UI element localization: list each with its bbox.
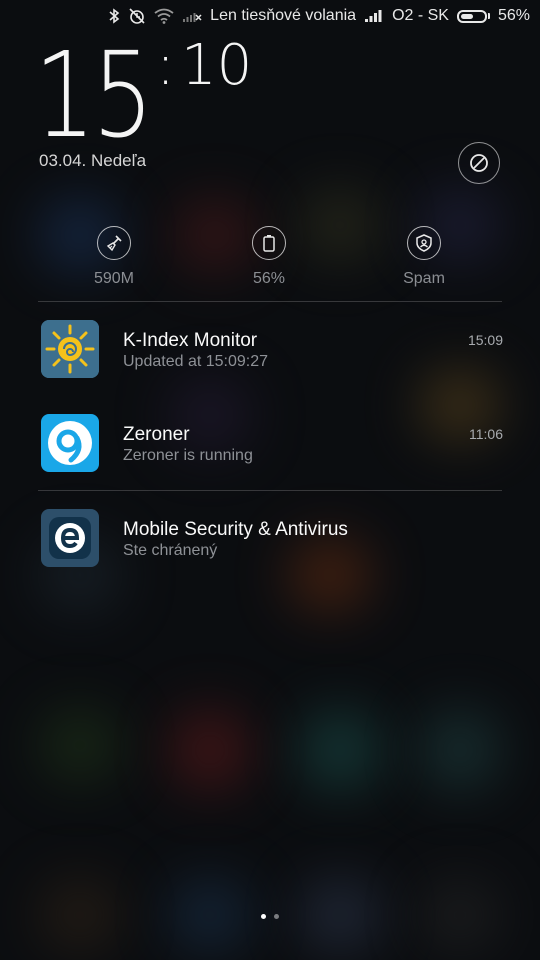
battery-icon bbox=[252, 226, 286, 260]
notification-time: 15:09 bbox=[467, 332, 503, 348]
carrier-notice: Len tiesňové volania bbox=[210, 7, 357, 24]
signal-icon bbox=[364, 7, 384, 25]
stat-spam[interactable]: Spam bbox=[364, 226, 484, 288]
stat-memory[interactable]: 590M bbox=[54, 226, 174, 288]
clear-notifications-button[interactable] bbox=[458, 142, 500, 184]
battery-icon bbox=[456, 9, 490, 23]
operator-name: O2 - SK bbox=[392, 7, 449, 24]
notification-title: K-Index Monitor bbox=[123, 330, 258, 351]
notification-title: Zeroner bbox=[123, 424, 190, 445]
clock-minutes: 10 bbox=[181, 33, 253, 98]
stat-battery[interactable]: 56% bbox=[209, 226, 329, 288]
page-dot[interactable] bbox=[274, 914, 279, 919]
notification-title: Mobile Security & Antivirus bbox=[123, 519, 348, 540]
stat-label: 56% bbox=[252, 270, 286, 287]
stat-label: Spam bbox=[403, 270, 445, 287]
stat-label: 590M bbox=[93, 270, 135, 287]
notification-kindex[interactable]: K-Index Monitor Updated at 15:09:27 15:0… bbox=[41, 320, 503, 380]
lockscreen-clock: 15 : 10 bbox=[34, 26, 252, 164]
sun-icon bbox=[41, 320, 99, 378]
divider bbox=[38, 301, 502, 302]
shield-icon bbox=[407, 226, 441, 260]
broom-clean-icon bbox=[97, 226, 131, 260]
clock-colon: : bbox=[156, 33, 176, 98]
wifi-icon bbox=[154, 7, 174, 25]
notification-text: Updated at 15:09:27 bbox=[123, 353, 269, 370]
no-entry-icon bbox=[470, 154, 488, 172]
page-dot-active[interactable] bbox=[261, 914, 266, 919]
alarm-off-icon bbox=[128, 7, 146, 25]
clock-minutes-group: : 10 bbox=[156, 36, 252, 96]
lockscreen-date: 03.04. Nedeľa bbox=[39, 151, 147, 170]
divider bbox=[38, 490, 502, 491]
zeroner-logo-icon bbox=[41, 414, 99, 472]
notification-mobile-security[interactable]: Mobile Security & Antivirus Ste chránený bbox=[41, 509, 503, 569]
notification-text: Zeroner is running bbox=[123, 447, 253, 464]
page-indicator bbox=[0, 914, 540, 919]
eset-logo-icon bbox=[41, 509, 99, 567]
battery-percent: 56% bbox=[497, 7, 530, 24]
notification-text: Ste chránený bbox=[123, 542, 218, 559]
notification-time: 11:06 bbox=[469, 426, 503, 442]
bluetooth-icon bbox=[108, 7, 120, 25]
no-signal-icon bbox=[182, 7, 202, 25]
clock-hours: 15 bbox=[34, 26, 154, 164]
notification-zeroner[interactable]: Zeroner Zeroner is running 11:06 bbox=[41, 414, 503, 474]
